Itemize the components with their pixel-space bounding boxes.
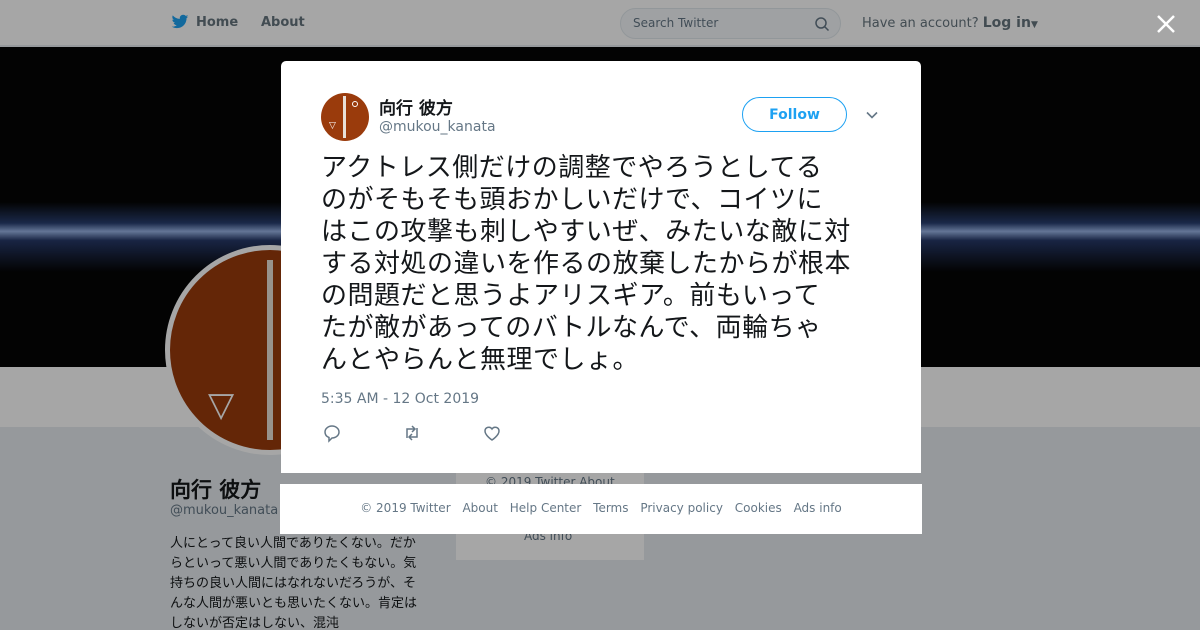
footer-copyright: © 2019 Twitter — [360, 501, 451, 515]
tweet-text-line: の問題だと思うよアリスギア。前もいって — [321, 281, 821, 311]
tweet-text-line: する対処の違いを作るの放棄したからが根本 — [321, 249, 852, 279]
tweet-text-line: んとやらんと無理でしょ。 — [321, 345, 640, 375]
follow-button[interactable]: Follow — [742, 97, 847, 132]
avatar[interactable]: ▽ — [321, 93, 369, 141]
avatar-triangle-shape: ▽ — [329, 121, 336, 131]
footer-link-help-center[interactable]: Help Center — [510, 501, 582, 515]
avatar-line-shape — [343, 96, 346, 138]
retweet-icon[interactable] — [402, 423, 422, 443]
avatar-circle-shape — [352, 101, 358, 107]
close-icon[interactable] — [1154, 12, 1178, 36]
modal-footer: © 2019 Twitter About Help Center Terms P… — [280, 484, 922, 534]
footer-link-cookies[interactable]: Cookies — [735, 501, 782, 515]
chevron-down-icon[interactable] — [864, 107, 880, 123]
reply-icon[interactable] — [322, 423, 342, 443]
tweet-timestamp[interactable]: 5:35 AM - 12 Oct 2019 — [321, 391, 479, 407]
tweet-text-line: のがそもそも頭おかしいだけで、コイツに — [321, 185, 823, 215]
footer-link-terms[interactable]: Terms — [593, 501, 628, 515]
like-heart-icon[interactable] — [482, 423, 502, 443]
footer-link-ads-info[interactable]: Ads info — [794, 501, 842, 515]
tweet-text: アクトレス側だけの調整でやろうとしてる のがそもそも頭おかしいだけで、コイツに … — [321, 152, 885, 376]
footer-link-privacy[interactable]: Privacy policy — [640, 501, 723, 515]
tweet-text-line: はこの攻撃も刺しやすいぜ、みたいな敵に対 — [321, 217, 851, 247]
footer-links: © 2019 Twitter About Help Center Terms P… — [280, 501, 922, 515]
tweet-author-handle[interactable]: @mukou_kanata — [379, 119, 496, 135]
footer-link-about[interactable]: About — [462, 501, 497, 515]
tweet-modal: ▽ 向行 彼方 @mukou_kanata Follow アクトレス側だけの調整… — [281, 61, 921, 473]
tweet-text-line: アクトレス側だけの調整でやろうとしてる — [321, 153, 823, 183]
tweet-text-line: たが敵があってのバトルなんで、両輪ちゃ — [321, 313, 822, 343]
tweet-author-name[interactable]: 向行 彼方 — [379, 94, 453, 119]
